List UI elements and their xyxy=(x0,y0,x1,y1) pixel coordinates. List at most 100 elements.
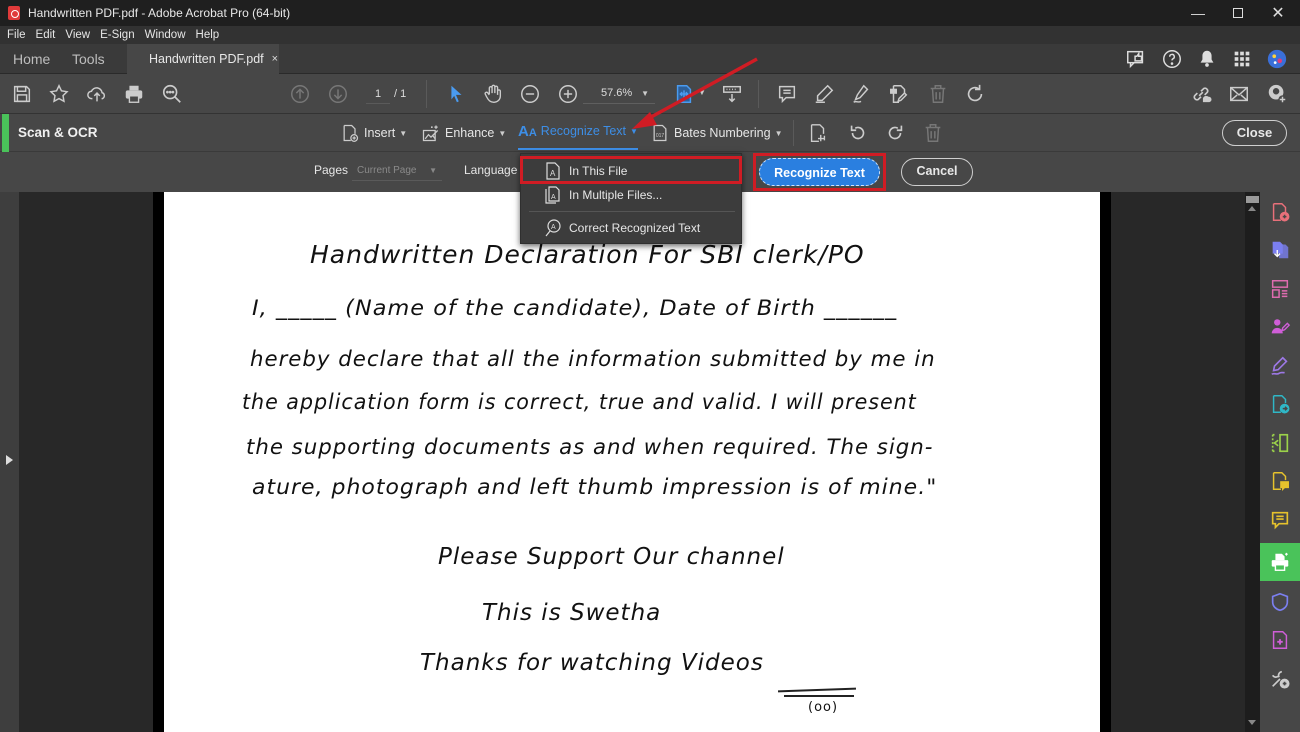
menu-item-label: In Multiple Files... xyxy=(569,188,663,202)
document-line: Please Support Our channel xyxy=(438,544,785,570)
zoom-in-icon[interactable] xyxy=(555,81,581,107)
compare-files-icon[interactable] xyxy=(1260,424,1300,462)
notifications-bell-icon[interactable] xyxy=(1194,46,1220,72)
menu-file[interactable]: File xyxy=(7,29,26,41)
close-window-button[interactable]: ✕ xyxy=(1258,0,1298,26)
correct-text-icon: A xyxy=(545,219,561,237)
zoom-level-value: 57.6% xyxy=(601,87,633,99)
email-icon[interactable] xyxy=(1226,81,1252,107)
insert-tool[interactable]: Insert ▼ xyxy=(340,114,407,152)
tab-home[interactable]: Home xyxy=(13,44,50,74)
minimize-button[interactable]: — xyxy=(1178,0,1218,26)
expand-panel-arrow-icon[interactable] xyxy=(6,455,13,465)
maximize-button[interactable] xyxy=(1218,0,1258,26)
scroll-up-arrow-icon[interactable] xyxy=(1248,206,1256,211)
recognize-text-tool[interactable]: AA Recognize Text ▼ xyxy=(518,114,638,150)
tab-bar: Home Tools Handwritten PDF.pdf × xyxy=(0,44,1300,74)
export-pdf-icon[interactable] xyxy=(1260,385,1300,423)
previous-page-icon[interactable] xyxy=(287,81,313,107)
highlight-pen-icon[interactable] xyxy=(811,81,837,107)
close-tool-button[interactable]: Close xyxy=(1222,120,1287,146)
scrollbar-thumb[interactable] xyxy=(1246,196,1259,203)
document-line: the supporting documents as and when req… xyxy=(246,435,934,460)
pages-dropdown[interactable]: Current Page ▼ xyxy=(352,161,442,181)
prepare-form-icon[interactable] xyxy=(1260,621,1300,659)
print-icon[interactable] xyxy=(121,81,147,107)
rotate-right-icon[interactable] xyxy=(882,120,908,146)
svg-text:A: A xyxy=(551,224,556,231)
feedback-icon[interactable] xyxy=(1123,46,1149,72)
fit-options-chevron-icon[interactable]: ▼ xyxy=(698,88,706,97)
sign-icon[interactable] xyxy=(848,81,874,107)
left-panel-toggle-rail[interactable] xyxy=(0,192,19,732)
chevron-down-icon: ▼ xyxy=(630,126,638,136)
organize-pages-icon[interactable] xyxy=(1260,270,1300,308)
toolbar-divider xyxy=(426,80,427,108)
edit-pdf-icon[interactable] xyxy=(886,81,912,107)
delete-icon[interactable] xyxy=(925,81,951,107)
page-crop-icon[interactable] xyxy=(805,120,831,146)
signature-underline xyxy=(777,687,857,693)
bookmark-star-icon[interactable] xyxy=(46,81,72,107)
share-link-icon[interactable] xyxy=(1188,81,1214,107)
document-line: I, _____ (Name of the candidate), Date o… xyxy=(252,296,898,321)
edit-pdf-tool-icon[interactable] xyxy=(1260,462,1300,500)
enhance-tool-label: Enhance xyxy=(445,126,495,140)
zoom-level-dropdown[interactable]: 57.6% ▼ xyxy=(583,83,655,104)
scroll-mode-icon[interactable] xyxy=(719,81,745,107)
close-tab-icon[interactable]: × xyxy=(272,53,278,65)
menu-item-in-multiple-files[interactable]: A In Multiple Files... xyxy=(521,183,743,207)
svg-text:017: 017 xyxy=(656,133,665,139)
window-title: Handwritten PDF.pdf - Adobe Acrobat Pro … xyxy=(28,6,291,20)
save-icon[interactable] xyxy=(9,81,35,107)
menu-window[interactable]: Window xyxy=(145,29,186,41)
cloud-upload-icon[interactable] xyxy=(84,81,110,107)
recognize-text-button[interactable]: Recognize Text xyxy=(759,158,880,186)
select-pointer-icon[interactable] xyxy=(443,81,469,107)
more-tools-wrench-icon[interactable] xyxy=(1260,660,1300,698)
bates-numbering-tool[interactable]: 017 Bates Numbering ▼ xyxy=(650,114,783,152)
document-tab-label: Handwritten PDF.pdf xyxy=(149,52,264,66)
page-number-input[interactable]: 1 xyxy=(366,84,390,104)
chevron-down-icon: ▼ xyxy=(399,128,408,138)
hand-tool-icon[interactable] xyxy=(480,81,506,107)
request-signatures-icon[interactable] xyxy=(1260,308,1300,346)
help-icon[interactable] xyxy=(1159,46,1185,72)
comment-tool-icon[interactable] xyxy=(1260,501,1300,539)
combine-files-icon[interactable] xyxy=(1260,231,1300,269)
protect-shield-icon[interactable] xyxy=(1260,583,1300,621)
annotation-highlight-box xyxy=(520,156,742,184)
menu-edit[interactable]: Edit xyxy=(36,29,56,41)
rotate-icon[interactable] xyxy=(962,81,988,107)
menu-help[interactable]: Help xyxy=(196,29,220,41)
comment-icon[interactable] xyxy=(774,81,800,107)
add-user-icon[interactable] xyxy=(1264,81,1290,107)
menu-view[interactable]: View xyxy=(65,29,90,41)
enhance-tool[interactable]: Enhance ▼ xyxy=(421,114,506,152)
fill-and-sign-icon[interactable] xyxy=(1260,347,1300,385)
menu-esign[interactable]: E-Sign xyxy=(100,29,135,41)
document-line: hereby declare that all the information … xyxy=(250,347,936,372)
zoom-out-icon[interactable] xyxy=(517,81,543,107)
cancel-button[interactable]: Cancel xyxy=(901,158,973,186)
document-line: This is Swetha xyxy=(482,600,662,626)
svg-text:A: A xyxy=(551,194,556,201)
document-line: Thanks for watching Videos xyxy=(420,650,764,676)
scan-ocr-active-icon[interactable] xyxy=(1260,543,1300,581)
search-icon[interactable] xyxy=(159,81,185,107)
pages-label: Pages xyxy=(314,163,349,177)
vertical-scrollbar[interactable] xyxy=(1245,192,1260,732)
menu-item-correct-recognized-text[interactable]: A Correct Recognized Text xyxy=(521,216,743,240)
tab-tools[interactable]: Tools xyxy=(72,44,105,74)
delete-page-icon[interactable] xyxy=(920,120,946,146)
create-pdf-icon[interactable] xyxy=(1260,193,1300,231)
user-avatar[interactable] xyxy=(1264,46,1290,72)
apps-grid-icon[interactable] xyxy=(1229,46,1255,72)
next-page-icon[interactable] xyxy=(325,81,351,107)
rotate-left-icon[interactable] xyxy=(845,120,871,146)
insert-tool-label: Insert xyxy=(364,126,396,140)
fit-page-icon[interactable] xyxy=(671,81,697,107)
scroll-down-arrow-icon[interactable] xyxy=(1248,720,1256,725)
title-bar: Handwritten PDF.pdf - Adobe Acrobat Pro … xyxy=(0,0,1300,26)
tab-document[interactable]: Handwritten PDF.pdf × xyxy=(127,44,279,74)
